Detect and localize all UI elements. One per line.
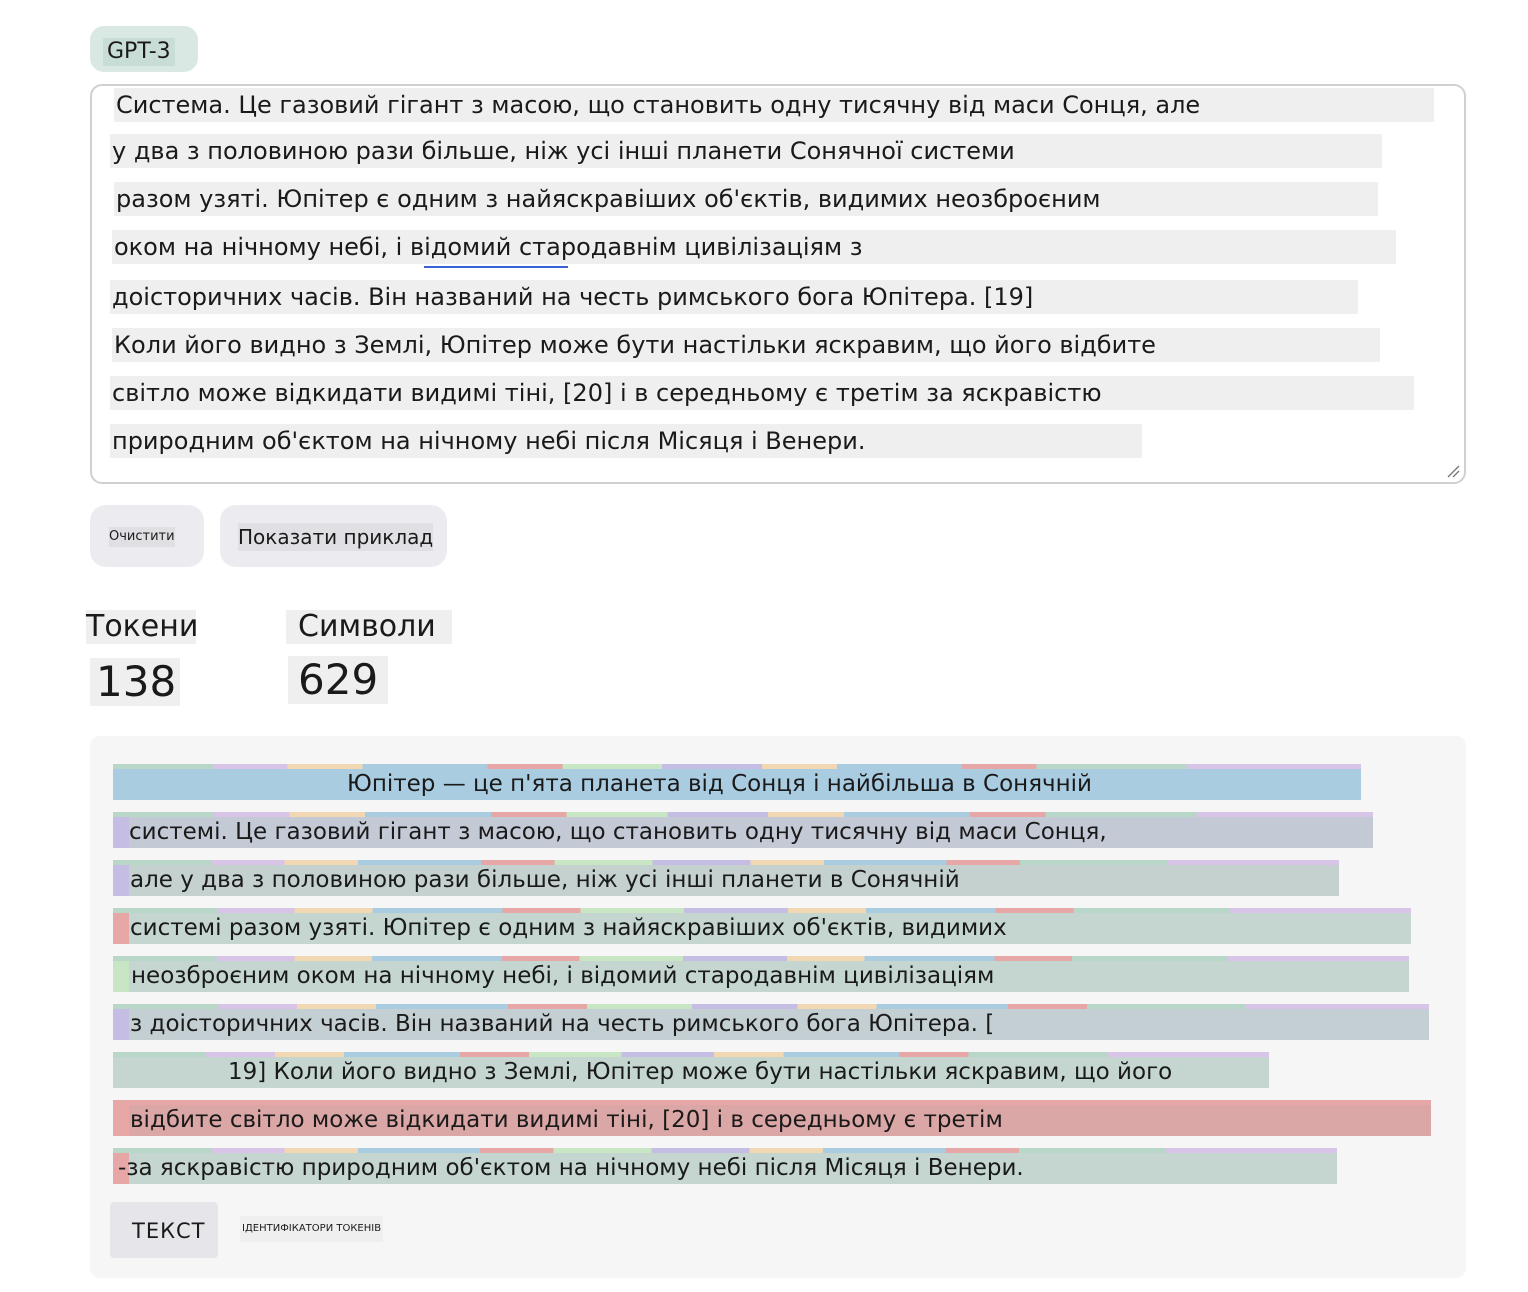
token-line: Юпітер — це п'ята планета від Сонця і на… [113,764,1361,800]
token-line-text: Юпітер — це п'ята планета від Сонця і на… [347,771,1092,797]
token-line: неозброєним оком на нічному небі, і відо… [113,956,1409,992]
tab-text[interactable]: ТЕКСТ [110,1202,218,1258]
token-line-text: системі разом узяті. Юпітер є одним з на… [130,915,1007,941]
token-line: відбите світло може відкидати видимі тін… [113,1100,1431,1136]
token-line: 19] Коли його видно з Землі, Юпітер може… [113,1052,1269,1088]
token-line-text: відбите світло може відкидати видимі тін… [130,1107,1003,1133]
characters-label: Символи [286,610,452,644]
token-line: системі разом узяті. Юпітер є одним з на… [113,908,1411,944]
input-line: оком на нічному небі, і відомий стародав… [112,230,1396,264]
show-example-button-label: Показати приклад [238,523,434,551]
resize-grip-icon[interactable] [1446,464,1460,478]
token-line-text: -за яскравістю природним об'єктом на ніч… [118,1155,1024,1181]
token-line-text: системі. Це газовий гігант з масою, що с… [129,819,1107,845]
input-line: природним об'єктом на нічному небі після… [110,424,1142,458]
input-textarea[interactable]: Система. Це газовий гігант з масою, що с… [90,84,1466,484]
tab-text-label: ТЕКСТ [132,1219,206,1243]
tokens-label: Токени [86,609,199,644]
token-line: -за яскравістю природним об'єктом на ніч… [113,1148,1337,1184]
token-line: з доісторичних часів. Він названий на че… [113,1004,1429,1040]
token-line-text: неозброєним оком на нічному небі, і відо… [131,963,995,989]
clear-button-label: Очистити [109,527,175,547]
input-line: Коли його видно з Землі, Юпітер може бут… [112,328,1380,362]
tokenized-output-panel: Юпітер — це п'ята планета від Сонця і на… [90,736,1466,1278]
characters-count: 629 [288,656,388,704]
clear-button[interactable]: Очистити [90,505,204,567]
token-line: системі. Це газовий гігант з масою, що с… [113,812,1373,848]
token-line-text: але у два з половиною рази більше, ніж у… [130,867,960,893]
token-line: але у два з половиною рази більше, ніж у… [113,860,1339,896]
token-line-text: з доісторичних часів. Він названий на че… [130,1011,995,1037]
input-line: разом узяті. Юпітер є одним з найяскраві… [114,182,1378,216]
model-chip-gpt3[interactable]: GPT-3 [90,26,198,72]
spellcheck-underline [424,266,568,268]
input-line: у два з половиною рази більше, ніж усі і… [110,134,1382,168]
tab-token-ids[interactable]: ІДЕНТИФІКАТОРИ ТОКЕНІВ [240,1216,384,1242]
input-line: Система. Це газовий гігант з масою, що с… [114,88,1434,122]
tab-token-ids-label: ІДЕНТИФІКАТОРИ ТОКЕНІВ [242,1223,382,1234]
tokens-count: 138 [90,658,180,706]
input-line: доісторичних часів. Він названий на чест… [110,280,1358,314]
model-chip-label: GPT-3 [103,38,175,66]
show-example-button[interactable]: Показати приклад [220,505,447,567]
input-line: світло може відкидати видимі тіні, [20] … [110,376,1414,410]
token-line-text: 19] Коли його видно з Землі, Юпітер може… [228,1059,1173,1085]
